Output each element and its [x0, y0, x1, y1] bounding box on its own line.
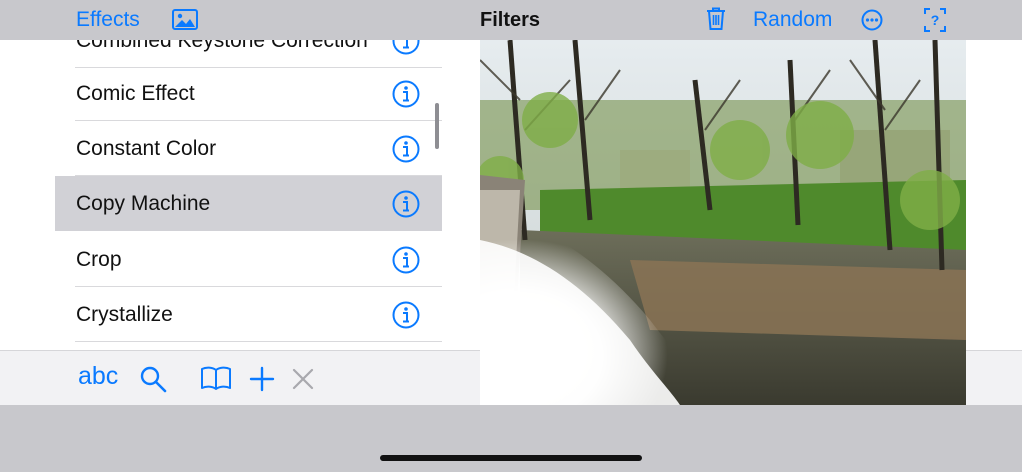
plus-icon[interactable] — [249, 366, 275, 392]
filter-preview-image — [480, 40, 966, 405]
abc-button[interactable]: abc — [78, 362, 118, 391]
list-item-label: Combined Keystone Correction — [76, 40, 368, 52]
page-title: Filters — [480, 9, 541, 31]
search-icon[interactable] — [139, 365, 167, 393]
list-item[interactable]: Crop — [55, 232, 442, 287]
list-item[interactable]: Comic Effect — [55, 66, 442, 121]
list-item-label: Comic Effect — [76, 82, 195, 105]
filter-list[interactable]: Combined Keystone Correction Comic Effec… — [55, 40, 442, 368]
more-icon[interactable] — [861, 9, 883, 31]
info-icon[interactable] — [392, 246, 420, 274]
list-item-selected[interactable]: Copy Machine — [55, 176, 442, 231]
trash-icon[interactable] — [706, 7, 726, 31]
bottom-area — [0, 405, 1022, 472]
info-icon[interactable] — [392, 80, 420, 108]
effects-button[interactable]: Effects — [76, 0, 140, 40]
help-icon[interactable]: ? — [924, 8, 946, 32]
info-icon[interactable] — [392, 135, 420, 163]
close-icon[interactable] — [291, 367, 315, 391]
list-item-label: Crop — [76, 248, 122, 271]
keyboard-shortcut-bar — [0, 351, 480, 405]
keyboard-shortcut-bar-right — [966, 351, 1022, 405]
list-margin — [0, 40, 55, 350]
svg-text:?: ? — [931, 12, 940, 28]
list-item[interactable]: Constant Color — [55, 121, 442, 176]
scroll-indicator[interactable] — [435, 103, 439, 149]
list-item-label: Crystallize — [76, 303, 173, 326]
list-item[interactable]: Combined Keystone Correction — [55, 40, 442, 68]
info-icon[interactable] — [392, 190, 420, 218]
home-indicator[interactable] — [380, 455, 642, 461]
photo-icon[interactable] — [172, 9, 198, 30]
list-item-label: Constant Color — [76, 137, 217, 160]
info-icon[interactable] — [392, 40, 420, 55]
list-item[interactable]: Crystallize — [55, 287, 442, 342]
book-icon[interactable] — [200, 366, 232, 390]
random-button[interactable]: Random — [753, 0, 832, 40]
navigation-bar: Effects Filters Random ? — [0, 0, 1022, 40]
info-icon[interactable] — [392, 301, 420, 329]
preview-photo — [480, 40, 966, 405]
list-item-label: Copy Machine — [76, 192, 211, 215]
